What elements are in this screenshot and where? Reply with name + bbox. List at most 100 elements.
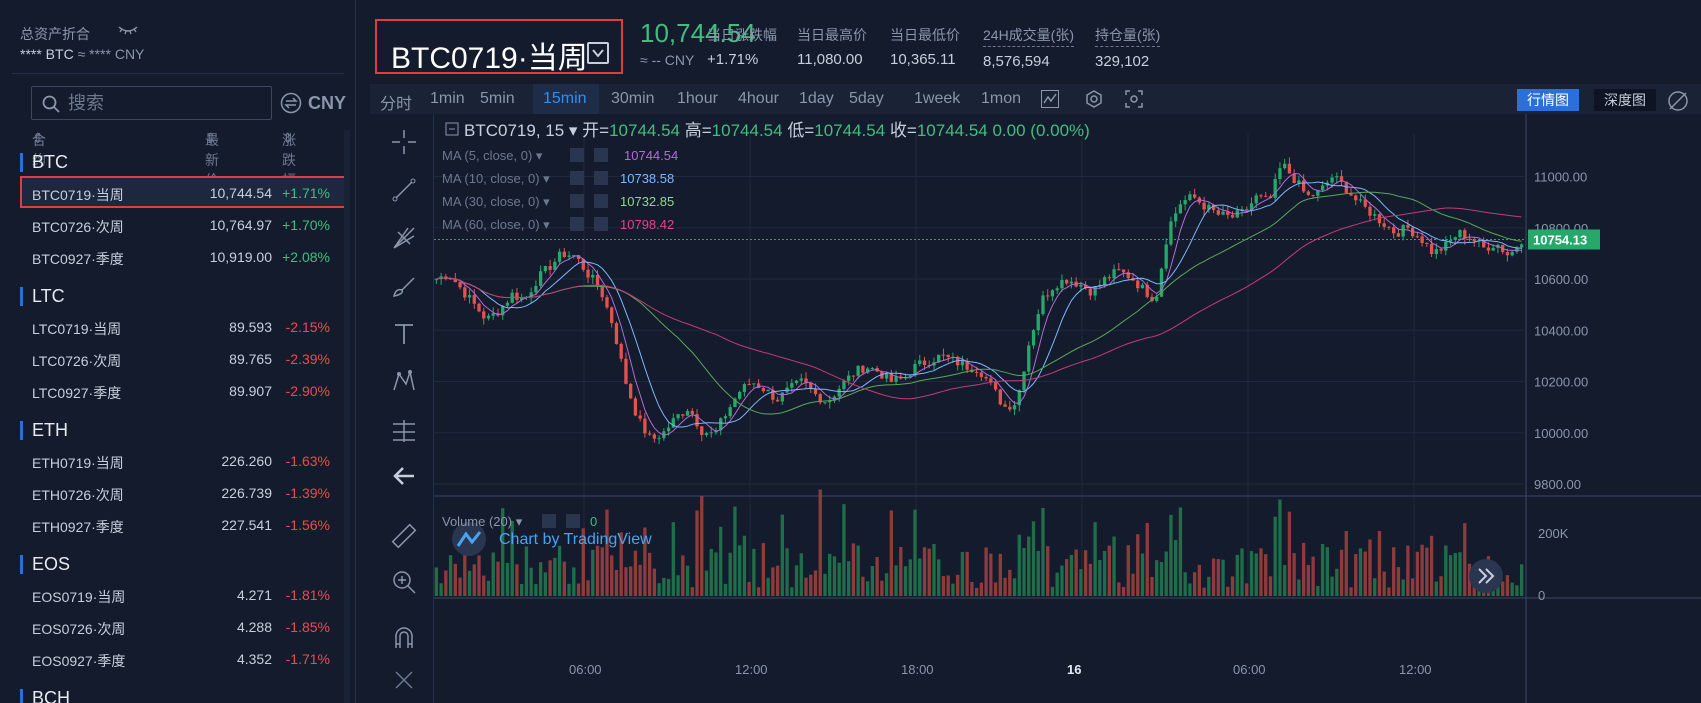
- contract-price: 89.765: [229, 351, 272, 367]
- timeframe-tab[interactable]: 1hour: [677, 90, 718, 108]
- timeframe-tab[interactable]: 1min: [430, 90, 465, 108]
- price-chart[interactable]: 11000.00 10800.00 10600.00 10400.00 10200.00…: [434, 114, 1701, 703]
- group-title: LTC: [20, 282, 350, 310]
- volume-bar: [1519, 564, 1524, 596]
- volume-bar: [1278, 499, 1282, 596]
- volume-bar: [832, 556, 837, 596]
- timeframe-tab[interactable]: 分时: [380, 90, 412, 114]
- ticker-header: BTC0719·当周 10,744.54 ≈ -- CNY 当日涨跌幅 +1.71…: [362, 10, 1701, 75]
- sidebar-scrollbar[interactable]: [344, 130, 350, 703]
- ruler-icon[interactable]: [390, 522, 418, 550]
- timeframe-tab[interactable]: 1week: [914, 90, 960, 108]
- contract-row[interactable]: EOS0719·当周 4.271 -1.81%: [20, 578, 350, 610]
- volume-bar: [756, 587, 761, 596]
- pattern-icon[interactable]: [390, 368, 418, 396]
- ma-close-icon: [594, 171, 608, 185]
- symbol-selector[interactable]: BTC0719·当周: [375, 19, 623, 75]
- ticker-stat: 当日最低价 10,365.11: [890, 25, 960, 68]
- depth-chart-button[interactable]: 深度图: [1594, 89, 1656, 111]
- chart-panel: 分时 1min 5min 15min 30min 1hour 4hour 1day 5day 1w…: [370, 84, 1701, 703]
- col-change[interactable]: 涨跌幅 ⇕: [282, 130, 296, 188]
- volume-bar: [624, 567, 628, 596]
- candle-body: [681, 414, 685, 416]
- contract-row[interactable]: EOS0726·次周 4.288 -1.85%: [20, 610, 350, 642]
- candle-body: [1415, 236, 1420, 238]
- candle-body: [629, 383, 633, 399]
- trend-line-icon[interactable]: [390, 176, 418, 204]
- chart-type-icon[interactable]: [1040, 89, 1060, 109]
- volume-bar: [1392, 547, 1396, 596]
- candle-body: [1505, 252, 1510, 256]
- volume-bar: [1017, 534, 1021, 596]
- fib-fan-icon[interactable]: [390, 224, 418, 252]
- contract-row[interactable]: BTC0726·次周 10,764.97 +1.70%: [20, 208, 350, 240]
- volume-bar: [505, 562, 510, 596]
- volume-bar: [870, 566, 875, 596]
- volume-bar: [1174, 540, 1178, 596]
- screenshot-icon[interactable]: [1124, 89, 1144, 109]
- back-arrow-icon[interactable]: [390, 462, 418, 490]
- text-tool-icon[interactable]: [390, 320, 418, 348]
- brush-icon[interactable]: [390, 272, 418, 300]
- volume-bar: [780, 514, 784, 596]
- contract-name: BTC0726·次周: [32, 219, 124, 235]
- timeframe-tab[interactable]: 15min: [543, 90, 587, 108]
- timeframe-tab[interactable]: 5day: [849, 90, 884, 108]
- volume-bar: [439, 583, 443, 596]
- contract-row[interactable]: LTC0726·次周 89.765 -2.39%: [20, 342, 350, 374]
- timeframe-tab[interactable]: 1day: [799, 90, 834, 108]
- candle-body: [1060, 279, 1064, 289]
- measure-icon[interactable]: [390, 416, 418, 444]
- volume-bar: [1330, 576, 1334, 596]
- timeframe-tab[interactable]: 30min: [611, 90, 655, 108]
- contract-name: BTC0927·季度: [32, 251, 124, 267]
- volume-bar: [591, 549, 595, 596]
- timeframe-tab[interactable]: 5min: [480, 90, 515, 108]
- contract-row[interactable]: EOS0927·季度 4.352 -1.71%: [20, 642, 350, 674]
- timeframe-tab[interactable]: 1mon: [981, 90, 1021, 108]
- contract-row[interactable]: BTC0719·当周 10,744.54 +1.71%: [20, 176, 350, 208]
- col-contract[interactable]: 合约 ⇕: [32, 130, 46, 168]
- search-input[interactable]: [68, 91, 264, 115]
- volume-legend-label: Volume (20) ▾: [442, 514, 523, 529]
- hide-eye-icon[interactable]: [118, 24, 138, 36]
- candle-body: [486, 315, 491, 319]
- contract-row[interactable]: ETH0726·次周 226.739 -1.39%: [20, 476, 350, 508]
- contract-row[interactable]: ETH0719·当周 226.260 -1.63%: [20, 444, 350, 476]
- magnet-icon[interactable]: [390, 624, 418, 652]
- contract-row[interactable]: LTC0719·当周 89.593 -2.15%: [20, 310, 350, 342]
- theme-toggle-icon[interactable]: [1666, 89, 1690, 113]
- col-price[interactable]: 最新价 ⇕: [205, 130, 219, 188]
- zoom-in-icon[interactable]: [390, 568, 418, 596]
- volume-bar: [1121, 586, 1126, 596]
- volume-bar: [766, 577, 770, 596]
- volume-bar: [1188, 583, 1192, 596]
- volume-bar: [761, 543, 766, 596]
- volume-bar: [704, 570, 709, 596]
- chevron-down-icon[interactable]: [587, 42, 609, 64]
- contract-price: 10,919.00: [209, 249, 272, 265]
- volume-bar: [700, 496, 704, 596]
- volume-bar: [1107, 545, 1111, 596]
- candle-body: [998, 389, 1002, 405]
- candle-body: [922, 360, 927, 366]
- chart-svg[interactable]: 11000.0010800.0010600.0010400.0010200.00…: [434, 114, 1701, 703]
- volume-bar: [572, 567, 576, 596]
- collapse-icon[interactable]: [390, 666, 418, 694]
- crosshair-icon[interactable]: [390, 128, 418, 156]
- volume-bar: [951, 583, 955, 596]
- volume-bar: [1126, 545, 1130, 596]
- contract-row[interactable]: LTC0927·季度 89.907 -2.90%: [20, 374, 350, 406]
- currency-toggle[interactable]: CNY: [280, 90, 346, 116]
- group-title: EOS: [20, 550, 350, 578]
- contract-row[interactable]: ETH0927·季度 227.541 -1.56%: [20, 508, 350, 540]
- volume-bar: [809, 574, 813, 596]
- volume-bar: [562, 561, 566, 596]
- volume-bar: [1515, 585, 1519, 596]
- contract-row[interactable]: BTC0927·季度 10,919.00 +2.08%: [20, 240, 350, 272]
- candle-body: [984, 376, 988, 379]
- candle-body: [960, 361, 965, 366]
- settings-hex-icon[interactable]: [1084, 89, 1104, 109]
- timeframe-tab[interactable]: 4hour: [738, 90, 779, 108]
- market-chart-button[interactable]: 行情图: [1517, 89, 1579, 111]
